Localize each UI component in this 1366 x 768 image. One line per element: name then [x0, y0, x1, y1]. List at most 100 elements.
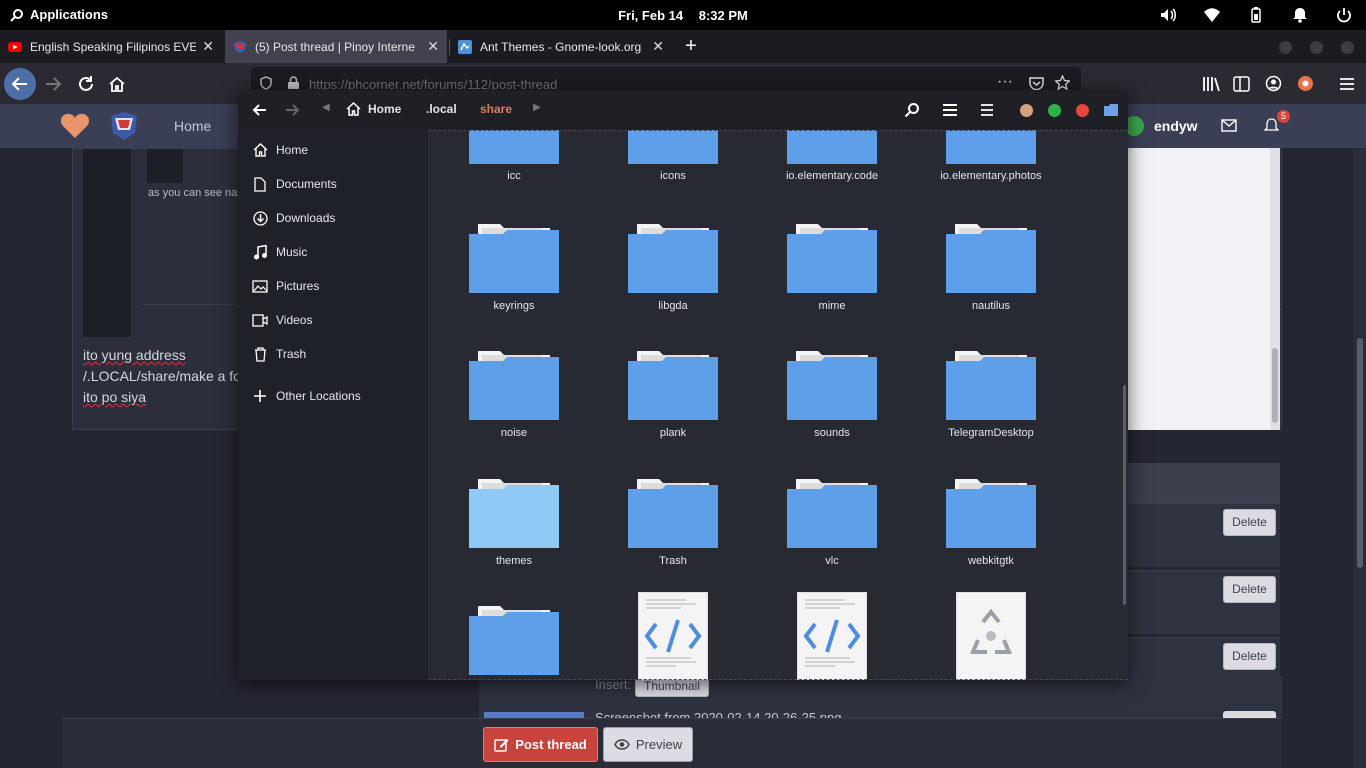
- folder-item[interactable]: Trash: [603, 477, 743, 567]
- folder-item[interactable]: io.elementary.photos: [921, 130, 1061, 182]
- post-line[interactable]: /.LOCAL/share/make a fo: [83, 368, 241, 384]
- sidebar-item-other-locations[interactable]: Other Locations: [252, 384, 361, 408]
- maximize-dot[interactable]: [1048, 104, 1061, 117]
- folder-item[interactable]: plank: [603, 349, 743, 439]
- folder-item[interactable]: io.elementary.code: [762, 130, 902, 182]
- close-window-button[interactable]: [1341, 41, 1354, 54]
- folder-item[interactable]: keyrings: [444, 222, 584, 312]
- folder-item[interactable]: TelegramDesktop: [921, 349, 1061, 439]
- folder-item[interactable]: themes: [444, 477, 584, 567]
- menu-icon[interactable]: [980, 103, 994, 117]
- back-arrow-icon[interactable]: [252, 102, 268, 118]
- shield-icon[interactable]: [259, 76, 273, 90]
- power-icon[interactable]: [1335, 6, 1353, 24]
- minimize-dot[interactable]: [1020, 104, 1033, 117]
- tab-post-thread[interactable]: (5) Post thread | Pinoy Interne ✕: [225, 30, 447, 63]
- edit-icon: [494, 739, 509, 752]
- folder-item[interactable]: mime: [762, 222, 902, 312]
- clock-date: Fri, Feb 14: [618, 8, 684, 23]
- path-scroll-left-icon[interactable]: ◀: [322, 102, 330, 113]
- menu-icon[interactable]: [1338, 76, 1356, 92]
- file-item[interactable]: [762, 592, 902, 680]
- folder-item[interactable]: libgda: [603, 222, 743, 312]
- list-view-icon[interactable]: [942, 103, 958, 117]
- folder-item[interactable]: noise: [444, 349, 584, 439]
- sidebar-item-label: Videos: [276, 313, 313, 327]
- close-tab-icon[interactable]: ✕: [202, 38, 214, 55]
- alert-bell-icon[interactable]: [1264, 118, 1279, 134]
- sidebar-item-home[interactable]: Home: [252, 138, 308, 162]
- lock-icon[interactable]: [287, 76, 300, 90]
- account-icon[interactable]: [1265, 75, 1282, 92]
- heart-logo-icon[interactable]: [60, 112, 90, 140]
- folder-label: vlc: [825, 555, 839, 567]
- delete-button-partial[interactable]: [1223, 711, 1276, 718]
- path-crumb-local[interactable]: .local: [426, 102, 457, 116]
- sidebar-item-music[interactable]: Music: [252, 240, 307, 264]
- page-scrollbar[interactable]: [1354, 148, 1366, 768]
- phcorner-logo-icon[interactable]: [108, 110, 140, 142]
- sidebar-item-downloads[interactable]: Downloads: [252, 206, 335, 230]
- file-grid-scrollbar[interactable]: [1123, 385, 1126, 605]
- scrollbar-thumb[interactable]: [1357, 338, 1363, 568]
- close-tab-icon[interactable]: ✕: [427, 38, 439, 55]
- folder-icon: [469, 130, 559, 164]
- extension-icon[interactable]: [1297, 75, 1314, 92]
- path-crumb-home[interactable]: Home: [368, 102, 401, 116]
- sidebar-item-trash[interactable]: Trash: [252, 342, 306, 366]
- post-line[interactable]: ito po siya: [83, 389, 146, 405]
- post-line[interactable]: ito yung address: [83, 347, 186, 363]
- wifi-icon[interactable]: [1203, 6, 1221, 24]
- folder-item[interactable]: [444, 604, 584, 676]
- folder-item[interactable]: webkitgtk: [921, 477, 1061, 567]
- folder-item[interactable]: sounds: [762, 349, 902, 439]
- close-dot[interactable]: [1076, 104, 1089, 117]
- minimize-button[interactable]: [1279, 41, 1292, 54]
- new-tab-button[interactable]: +: [680, 35, 702, 57]
- library-icon[interactable]: [1202, 76, 1220, 92]
- delete-button[interactable]: Delete: [1223, 509, 1276, 536]
- path-crumb-share[interactable]: share: [480, 102, 512, 116]
- username[interactable]: endyw: [1154, 118, 1198, 134]
- maximize-button[interactable]: [1310, 41, 1323, 54]
- folder-item[interactable]: nautilus: [921, 222, 1061, 312]
- folder-icon: [946, 224, 1036, 293]
- folder-item[interactable]: icc: [444, 130, 584, 182]
- bookmark-star-icon[interactable]: [1055, 75, 1070, 90]
- notification-bell-icon[interactable]: [1291, 6, 1309, 24]
- delete-button[interactable]: Delete: [1223, 643, 1276, 670]
- site-nav-home[interactable]: Home: [174, 118, 211, 134]
- folder-label: Trash: [659, 555, 687, 567]
- pocket-icon[interactable]: [1029, 76, 1044, 90]
- forward-button[interactable]: [37, 68, 69, 100]
- post-thread-button[interactable]: Post thread: [483, 727, 598, 762]
- file-item[interactable]: [921, 592, 1061, 680]
- editor-scrollbar[interactable]: [1270, 148, 1280, 430]
- tab-youtube[interactable]: English Speaking Filipinos EVE ✕: [0, 30, 222, 63]
- sidebar-item-documents[interactable]: Documents: [252, 172, 337, 196]
- sidebar-icon[interactable]: [1233, 76, 1250, 92]
- battery-icon[interactable]: [1247, 6, 1265, 24]
- search-icon[interactable]: [904, 102, 920, 118]
- tab-gnome-look[interactable]: Ant Themes - Gnome-look.org ✕: [450, 30, 672, 63]
- preview-button[interactable]: Preview: [603, 727, 693, 762]
- reload-button[interactable]: [70, 68, 102, 100]
- folder-item[interactable]: icons: [603, 130, 743, 182]
- sidebar-item-videos[interactable]: Videos: [252, 308, 312, 332]
- folder-label: TelegramDesktop: [948, 427, 1034, 439]
- close-tab-icon[interactable]: ✕: [652, 38, 664, 55]
- volume-icon[interactable]: [1159, 6, 1177, 24]
- back-button[interactable]: [4, 68, 36, 100]
- folder-item[interactable]: vlc: [762, 477, 902, 567]
- scrollbar-thumb[interactable]: [1272, 348, 1278, 423]
- home-button[interactable]: [101, 68, 133, 100]
- tab-title: (5) Post thread | Pinoy Interne: [255, 39, 415, 54]
- file-item[interactable]: [603, 592, 743, 680]
- places-sidebar: Home Documents Downloads Music Pictures …: [238, 130, 428, 680]
- mail-icon[interactable]: [1221, 119, 1237, 132]
- delete-button[interactable]: Delete: [1223, 576, 1276, 603]
- path-scroll-right-icon[interactable]: ▶: [533, 102, 541, 113]
- forward-arrow-icon[interactable]: [284, 102, 300, 118]
- sidebar-item-pictures[interactable]: Pictures: [252, 274, 319, 298]
- page-actions-icon[interactable]: ···: [997, 73, 1013, 91]
